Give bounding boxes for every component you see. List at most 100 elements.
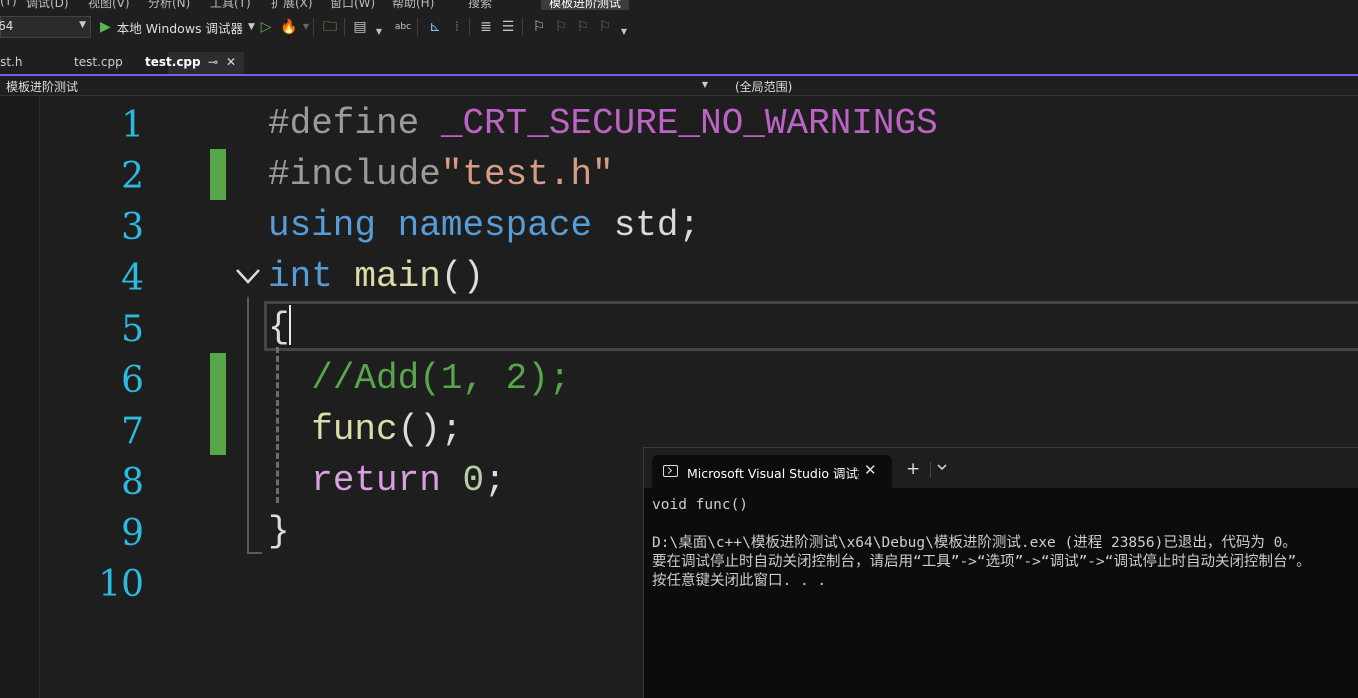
bookmark-prev-icon[interactable]: ⚐ [551, 17, 571, 37]
menu-item-analyze[interactable]: 分析(N) [148, 0, 190, 10]
project-dropdown[interactable]: 模板进阶测试 ▼ [0, 76, 712, 96]
line-number: 3 [121, 207, 144, 248]
indicator-margin[interactable] [0, 97, 40, 698]
code-line-9[interactable]: } [268, 506, 290, 557]
collapse-chevron-icon[interactable] [234, 266, 262, 288]
code-line-4[interactable]: int main() [268, 251, 484, 302]
start-debugging-button[interactable]: ▶ 本地 Windows 调试器 ▼ [97, 16, 255, 38]
menu-item-partial[interactable]: (T) [0, 0, 17, 8]
text-caret [289, 305, 291, 345]
project-name: 模板进阶测试 [6, 80, 79, 94]
titlebar-separator [930, 462, 931, 478]
function-token: func [311, 409, 398, 450]
bookmark-next-icon[interactable]: ⚐ [573, 17, 593, 37]
chevron-down-icon[interactable]: ▼ [369, 22, 389, 42]
toolbar-separator [522, 18, 523, 36]
punctuation-token: ; [484, 460, 506, 501]
line-number: 1 [121, 105, 144, 146]
format-icon[interactable]: ☰ [498, 17, 518, 37]
outline-fold-end [247, 552, 262, 554]
keyword-token: int [268, 256, 333, 297]
outline-fold-line [247, 297, 249, 553]
document-tab-bar: test.h test.cpp test.cpp ⊸ ✕ [0, 52, 1358, 74]
function-token: main [354, 256, 441, 297]
menu-item-view[interactable]: 视图(V) [88, 0, 130, 10]
chevron-down-icon: ▼ [79, 20, 86, 30]
bookmark-icon[interactable]: ⚐ [529, 17, 549, 37]
line-number: 10 [98, 564, 144, 605]
code-line-6[interactable]: //Add(1, 2); [268, 353, 570, 404]
tab-active-cpp[interactable]: test.cpp ⊸ ✕ [145, 52, 244, 74]
chevron-down-icon[interactable] [937, 462, 947, 472]
line-number: 8 [121, 462, 144, 503]
menu-bar: (T) 调试(D) 视图(V) 分析(N) 工具(T) 扩展(X) 窗口(W) … [0, 0, 1358, 10]
scope-dropdown[interactable]: (全局范围) [718, 76, 1358, 96]
line-number: 5 [121, 309, 144, 350]
console-line: 按任意键关闭此窗口. . . [652, 573, 827, 589]
preprocessor-token: #define [268, 103, 420, 144]
platform-dropdown[interactable]: x64 ▼ [0, 16, 91, 38]
chevron-down-icon: ▼ [701, 80, 708, 89]
line-number: 2 [121, 156, 144, 197]
punctuation-token: () [440, 256, 485, 297]
console-output[interactable]: void func() D:\桌面\c++\模板进阶测试\x64\Debug\模板… [652, 496, 1358, 591]
code-line-2[interactable]: #include"test.h" [268, 149, 614, 200]
indent-icon[interactable]: ≣ [476, 17, 496, 37]
identifier-token: std; [613, 205, 701, 246]
run-button-label: 本地 Windows 调试器 [116, 20, 244, 36]
menu-item-tools[interactable]: 工具(T) [210, 0, 251, 10]
console-line: D:\桌面\c++\模板进阶测试\x64\Debug\模板进阶测试.exe (进… [652, 535, 1297, 551]
close-icon[interactable]: ✕ [864, 461, 877, 479]
chevron-down-icon[interactable]: ▼ [248, 22, 255, 32]
code-line-7[interactable]: func(); [268, 404, 462, 455]
console-line: 要在调试停止时自动关闭控制台，请启用“工具”->“选项”->“调试”->“调试停… [652, 554, 1311, 570]
platform-value: x64 [0, 19, 14, 33]
string-token: "test.h" [440, 154, 614, 195]
code-line-8[interactable]: return 0; [268, 455, 506, 506]
toolbar-separator [313, 18, 314, 36]
close-icon[interactable]: ✕ [226, 55, 236, 69]
spell-check-icon[interactable]: abc [393, 17, 413, 37]
pin-icon[interactable]: ⊸ [208, 55, 218, 69]
toolbar-separator [344, 18, 345, 36]
console-title: Microsoft Visual Studio 调试控制台 [687, 466, 859, 481]
toolbar: x64 ▼ ▶ 本地 Windows 调试器 ▼ ▷ 🔥 ▼ 🗀 ▤ ▼ abc… [0, 10, 1358, 44]
code-line-5[interactable]: { [268, 302, 290, 353]
outdent-icon[interactable]: ⁞ [447, 17, 467, 37]
menu-item-extensions[interactable]: 扩展(X) [271, 0, 313, 10]
punctuation-token: (); [397, 409, 463, 450]
menu-item-search[interactable]: 搜索 [468, 0, 492, 10]
code-line-3[interactable]: using namespace std; [268, 200, 700, 251]
step-icon[interactable]: ⊾ [425, 17, 445, 37]
play-icon: ▶ [100, 19, 111, 35]
line-number: 4 [121, 258, 144, 299]
console-titlebar[interactable]: Microsoft Visual Studio 调试控制台 ✕ + [644, 448, 1358, 488]
menu-item-help[interactable]: 帮助(H) [392, 0, 434, 10]
keyword-token: using [268, 205, 377, 246]
brace-token: } [268, 511, 290, 552]
open-folder-icon[interactable]: 🗀 [320, 17, 340, 37]
new-tab-icon[interactable]: + [906, 459, 920, 479]
tab-label: test.cpp [74, 55, 123, 69]
tab-test-h[interactable]: test.h [0, 52, 66, 74]
code-line-1[interactable]: #define _CRT_SECURE_NO_WARNINGS [268, 98, 938, 149]
console-tab[interactable]: Microsoft Visual Studio 调试控制台 ✕ [652, 455, 892, 488]
solution-name-badge[interactable]: 模板进阶测试 [541, 0, 629, 10]
toolbar-separator [417, 18, 418, 36]
tab-label: test.h [0, 55, 23, 69]
tab-label: test.cpp [145, 55, 201, 69]
change-marker [210, 353, 226, 455]
layout-icon[interactable]: ▤ [350, 17, 370, 37]
play-hollow-icon[interactable]: ▷ [256, 17, 276, 37]
menu-item-debug[interactable]: 调试(D) [26, 0, 69, 10]
bookmark-clear-icon[interactable]: ⚐ [595, 17, 615, 37]
menu-item-window[interactable]: 窗口(W) [330, 0, 375, 10]
number-token: 0 [462, 460, 485, 501]
comment-token: //Add(1, 2); [311, 358, 571, 399]
line-number: 9 [121, 513, 144, 554]
keyword-token: return [311, 460, 441, 501]
more-icon[interactable]: ▼ [614, 22, 634, 42]
debug-console-window[interactable]: Microsoft Visual Studio 调试控制台 ✕ + void f… [643, 447, 1358, 698]
solution-name: 模板进阶测试 [549, 0, 622, 10]
